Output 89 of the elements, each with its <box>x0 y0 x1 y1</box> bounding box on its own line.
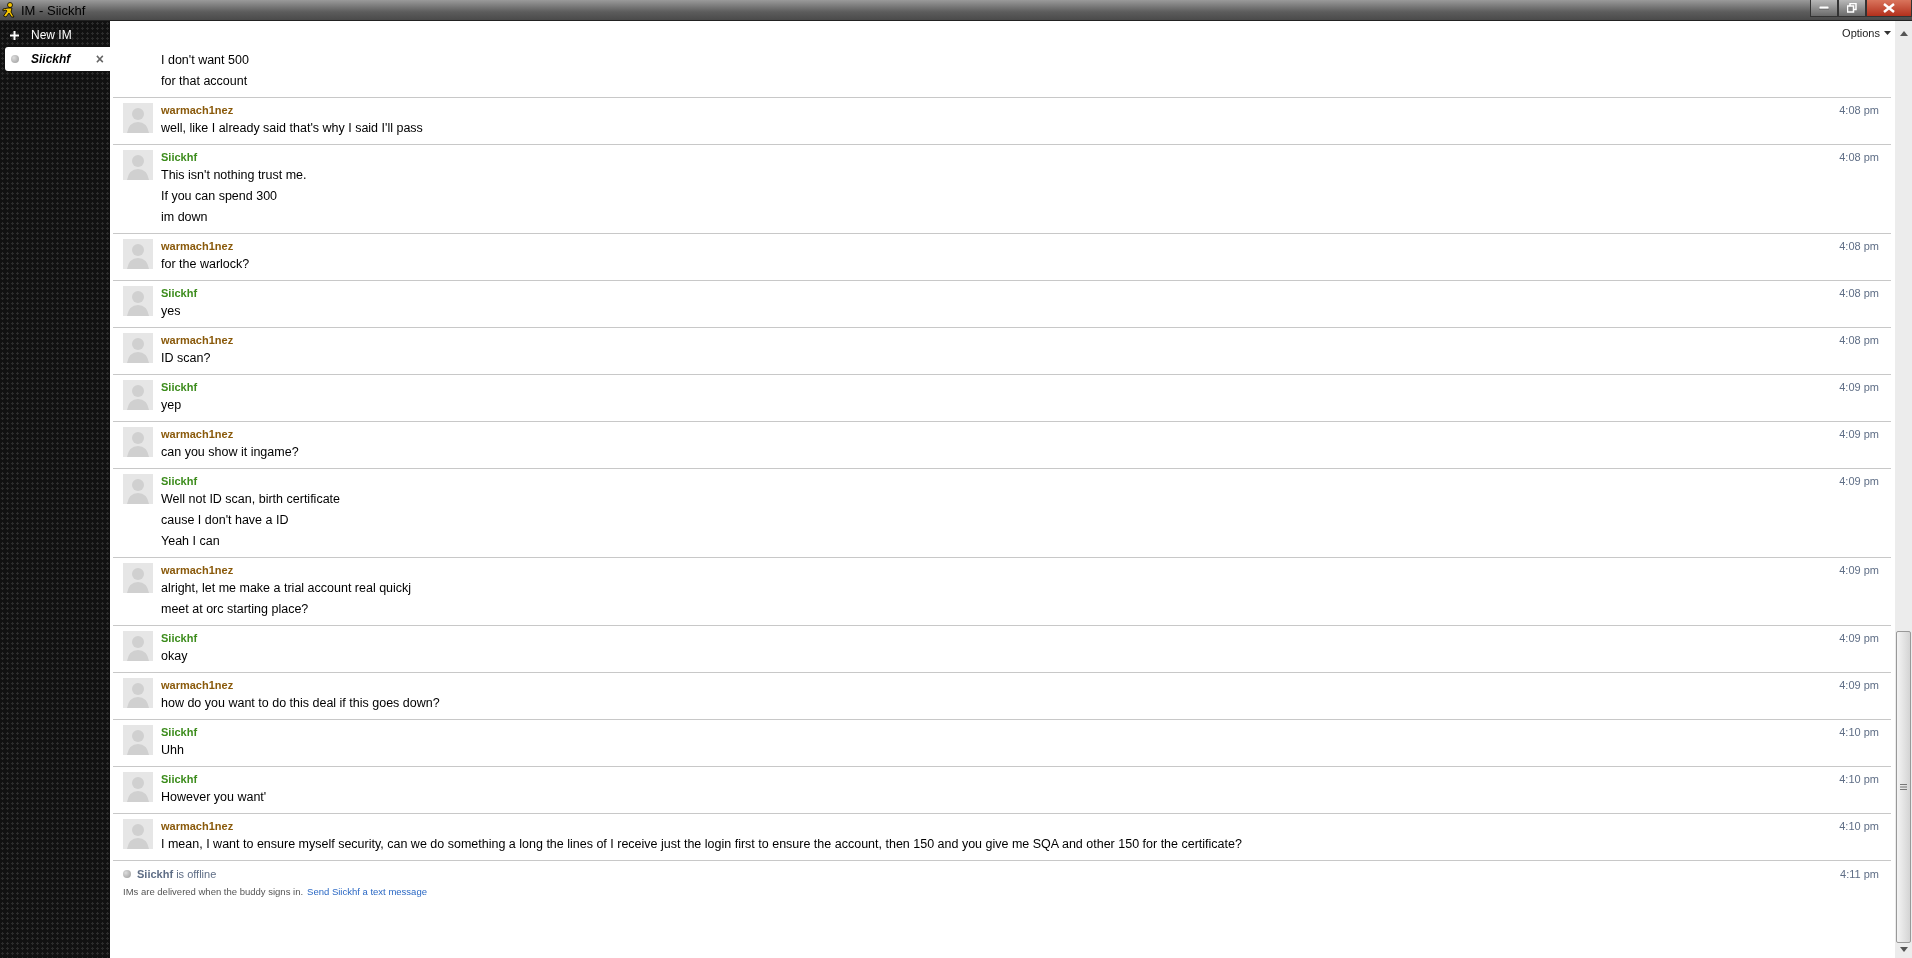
message-text: meet at orc starting place? <box>161 601 310 618</box>
avatar-icon <box>123 772 153 802</box>
sender-name: Siickhf <box>161 474 199 489</box>
message-text: for the warlock? <box>161 256 251 273</box>
timestamp: 4:08 pm <box>1839 334 1880 348</box>
conversation-tab[interactable]: Siickhf × <box>5 47 110 71</box>
message-text: This isn't nothing trust me. <box>161 167 308 184</box>
timestamp: 4:09 pm <box>1839 632 1880 646</box>
plus-icon <box>10 30 19 40</box>
tab-label: Siickhf <box>31 52 73 66</box>
scroll-up-icon[interactable] <box>1899 31 1908 36</box>
close-button[interactable] <box>1866 0 1912 17</box>
avatar-icon <box>123 678 153 708</box>
restore-icon <box>1847 3 1857 13</box>
close-tab-button[interactable]: × <box>95 51 104 67</box>
caret-icon <box>1884 31 1891 35</box>
message-text: yep <box>161 397 183 414</box>
timestamp: 4:10 pm <box>1839 726 1880 740</box>
message-text: I mean, I want to ensure myself security, can we do something a long the lines of I receive just the login first to ensure the account, then 150 and you give me SQA and other 150 for the certificate? <box>161 836 1243 853</box>
timestamp: 4:08 pm <box>1839 104 1880 118</box>
sender-name: warmach1nez <box>161 239 235 254</box>
avatar-icon <box>123 286 153 316</box>
avatar-icon <box>123 103 153 133</box>
close-icon <box>1883 3 1895 13</box>
timestamp: 4:08 pm <box>1839 151 1880 165</box>
message-text: Uhh <box>161 742 185 759</box>
message-text: I don't want 500 <box>161 52 250 69</box>
running-man-icon <box>2 2 16 18</box>
timestamp: 4:08 pm <box>1839 240 1880 254</box>
timestamp: 4:08 pm <box>1839 287 1880 301</box>
message-text: ID scan? <box>161 350 212 367</box>
timestamp: 4:09 pm <box>1839 475 1880 489</box>
avatar-icon <box>123 474 153 504</box>
grip-icon <box>1900 784 1907 790</box>
sender-name: warmach1nez <box>161 333 235 348</box>
timestamp: 4:09 pm <box>1839 564 1880 578</box>
timestamp: 4:09 pm <box>1839 679 1880 693</box>
message-text: yes <box>161 303 182 320</box>
avatar-icon <box>123 333 153 363</box>
status-text: Siickhf is offline <box>137 867 218 880</box>
notice-text: IMs are delivered when the buddy signs in. <box>123 886 304 897</box>
message-text: im down <box>161 209 209 226</box>
sender-name: Siickhf <box>161 772 199 787</box>
sender-name: Siickhf <box>161 631 199 646</box>
message-text: can you show it ingame? <box>161 444 300 461</box>
scrollbar[interactable] <box>1895 21 1912 958</box>
status-dot <box>123 869 131 878</box>
scroll-down-icon[interactable] <box>1899 947 1908 952</box>
message-text: for that account <box>161 73 249 90</box>
message-text: Yeah I can <box>161 533 221 550</box>
status-dot <box>11 55 19 63</box>
timestamp: 4:09 pm <box>1839 381 1880 395</box>
message-text: cause I don't have a ID <box>161 512 290 529</box>
message-text: Well not ID scan, birth certificate <box>161 491 341 508</box>
avatar-icon <box>123 380 153 410</box>
timestamp: 4:09 pm <box>1839 428 1880 442</box>
avatar-icon <box>123 725 153 755</box>
sender-name: Siickhf <box>161 380 199 395</box>
minimize-icon <box>1819 6 1829 10</box>
avatar-icon <box>123 631 153 661</box>
restore-button[interactable] <box>1838 0 1866 17</box>
window-title: IM - Siickhf <box>21 2 87 18</box>
sender-name: warmach1nez <box>161 819 235 834</box>
timestamp: 4:10 pm <box>1839 773 1880 787</box>
message-text: okay <box>161 648 189 665</box>
message-text: alright, let me make a trial account real quickj <box>161 580 413 597</box>
new-im-button[interactable]: New IM <box>0 25 110 47</box>
message-text: how do you want to do this deal if this goes down? <box>161 695 441 712</box>
sender-name: warmach1nez <box>161 563 235 578</box>
timestamp: 4:11 pm <box>1840 868 1880 880</box>
avatar-icon <box>123 819 153 849</box>
sender-name: Siickhf <box>161 150 199 165</box>
text-message-link[interactable]: Send Siickhf a text message <box>307 886 427 897</box>
message-text: If you can spend 300 <box>161 188 279 205</box>
sender-name: Siickhf <box>161 286 199 301</box>
avatar-icon <box>123 150 153 180</box>
avatar-icon <box>123 563 153 593</box>
minimize-button[interactable] <box>1810 0 1838 17</box>
sender-name: Siickhf <box>161 725 199 740</box>
scroll-thumb[interactable] <box>1896 631 1911 943</box>
sender-name: warmach1nez <box>161 678 235 693</box>
options-menu[interactable]: Options <box>1842 27 1891 39</box>
avatar-icon <box>123 427 153 457</box>
message-text: well, like I already said that's why I said I'll pass <box>161 120 424 137</box>
timestamp: 4:10 pm <box>1839 820 1880 834</box>
sender-name: warmach1nez <box>161 427 235 442</box>
avatar-icon <box>123 239 153 269</box>
sender-name: warmach1nez <box>161 103 235 118</box>
message-text: However you want' <box>161 789 268 806</box>
